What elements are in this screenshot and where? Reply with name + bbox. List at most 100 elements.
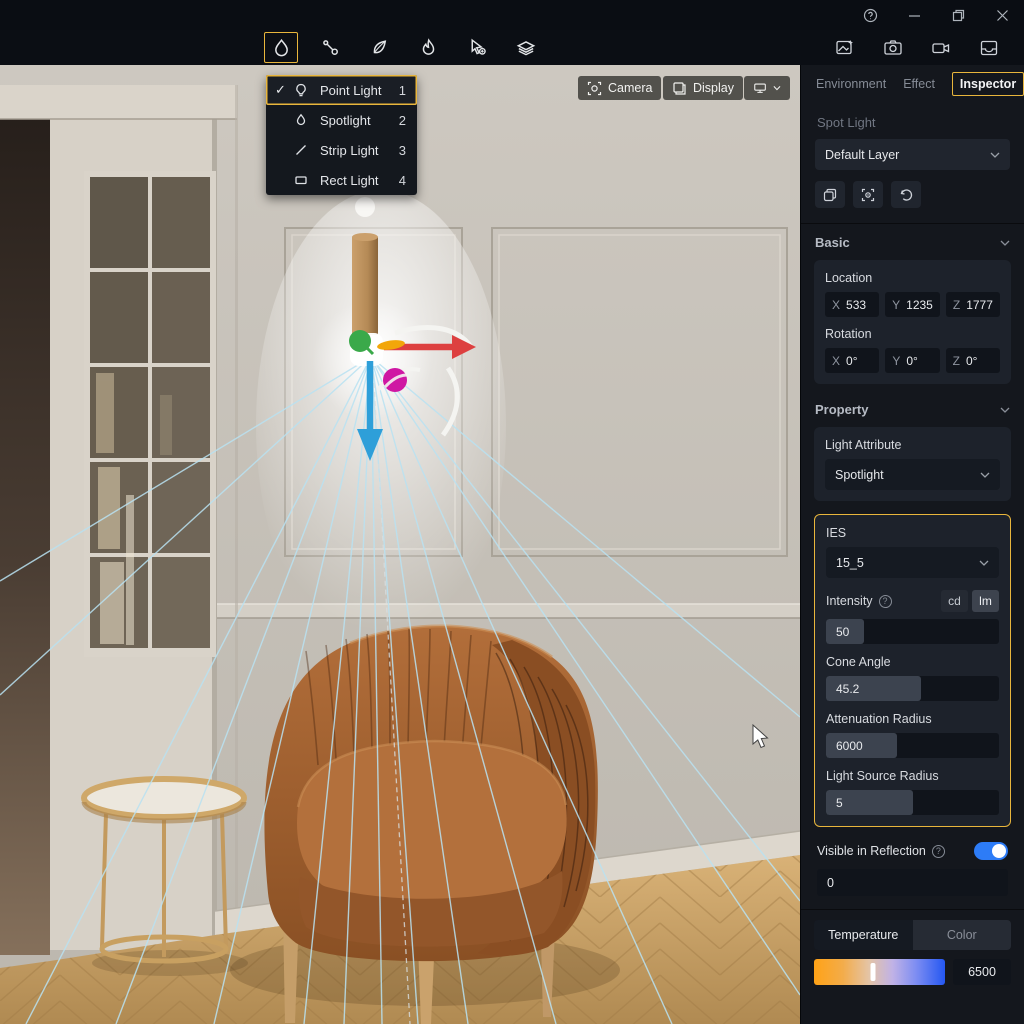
intensity-row: Intensity ? cd lm: [826, 590, 999, 612]
light-source-radius-value: 5: [836, 790, 843, 815]
temperature-row: 6500: [814, 959, 1011, 985]
temperature-value[interactable]: 6500: [953, 959, 1011, 985]
rotation-fields: X 0° Y 0° Z 0°: [825, 348, 1000, 373]
color-tab[interactable]: Color: [913, 920, 1012, 950]
close-button[interactable]: [980, 0, 1024, 30]
unit-lm-button[interactable]: lm: [972, 590, 999, 612]
menu-item-spotlight[interactable]: Spotlight 2: [266, 105, 417, 135]
camera-button-label: Camera: [608, 81, 652, 95]
tab-inspector[interactable]: Inspector: [952, 72, 1024, 96]
menu-item-point-light[interactable]: ✓ Point Light 1: [266, 75, 417, 105]
strip-light-icon: [294, 143, 312, 157]
reset-button[interactable]: [891, 181, 921, 208]
duplicate-button[interactable]: [815, 181, 845, 208]
cone-angle-slider[interactable]: 45.2: [826, 676, 999, 701]
attenuation-radius-value: 6000: [836, 733, 863, 758]
select-add-tool-button[interactable]: [460, 32, 494, 63]
location-x-field[interactable]: X 533: [825, 292, 879, 317]
import-button[interactable]: [976, 35, 1002, 61]
basic-section-title: Basic: [815, 235, 850, 250]
quick-actions: [815, 181, 1010, 208]
display-mode-button[interactable]: Display: [663, 76, 743, 100]
video-button[interactable]: [928, 35, 954, 61]
link-tool-button[interactable]: [313, 32, 347, 63]
viewport-3d[interactable]: ✓ Point Light 1: [0, 65, 800, 1024]
rotation-y-field[interactable]: Y 0°: [885, 348, 939, 373]
location-y-field[interactable]: Y 1235: [885, 292, 940, 317]
material-tool-button[interactable]: [509, 32, 543, 63]
photo-button[interactable]: [880, 35, 906, 61]
menu-item-label: Point Light: [320, 83, 399, 98]
rotation-z-field[interactable]: Z 0°: [946, 348, 1000, 373]
video-camera-icon: [930, 37, 952, 59]
foliage-tool-button[interactable]: [362, 32, 396, 63]
chevron-down-icon: [1000, 407, 1010, 413]
light-attribute-select[interactable]: Spotlight: [825, 459, 1000, 490]
basic-section-header[interactable]: Basic: [815, 235, 1010, 250]
intensity-slider[interactable]: 50: [826, 619, 999, 644]
temperature-slider-handle[interactable]: [870, 963, 875, 981]
location-z-field[interactable]: Z 1777: [946, 292, 1000, 317]
tab-environment[interactable]: Environment: [816, 77, 886, 91]
title-bar: [0, 0, 1024, 30]
chevron-down-icon: [990, 152, 1000, 158]
menu-item-shortcut: 1: [399, 83, 406, 98]
reflection-value-input[interactable]: 0: [817, 869, 1008, 896]
reset-undo-icon: [899, 188, 913, 202]
light-type-menu: ✓ Point Light 1: [266, 75, 417, 195]
help-icon[interactable]: [848, 0, 892, 30]
section-divider: [801, 909, 1024, 910]
reflection-info-icon[interactable]: ?: [932, 845, 945, 858]
tab-effect[interactable]: Effect: [903, 77, 935, 91]
ies-card: IES 15_5 Intensity ? cd lm 50: [814, 514, 1011, 827]
cone-angle-value: 45.2: [836, 676, 859, 701]
temperature-tab[interactable]: Temperature: [814, 920, 913, 950]
basic-card: Location X 533 Y 1235 Z 1777 Rotatio: [814, 260, 1011, 384]
bulb-icon: [294, 83, 312, 98]
intensity-label: Intensity: [826, 594, 873, 608]
attenuation-radius-label: Attenuation Radius: [826, 712, 999, 726]
focus-button[interactable]: [853, 181, 883, 208]
viewport-scene: [0, 65, 800, 1024]
screen-sync-button[interactable]: [744, 76, 790, 100]
rotation-label: Rotation: [825, 327, 1000, 341]
layer-select[interactable]: Default Layer: [815, 139, 1010, 170]
flame-tool-button[interactable]: [411, 32, 445, 63]
visible-in-reflection-toggle[interactable]: [974, 842, 1008, 860]
render-image-button[interactable]: [832, 35, 858, 61]
check-icon: ✓: [275, 82, 294, 98]
selected-object-type: Spot Light: [817, 115, 1008, 130]
light-source-radius-slider[interactable]: 5: [826, 790, 999, 815]
intensity-info-icon[interactable]: ?: [879, 595, 892, 608]
unit-cd-button[interactable]: cd: [941, 590, 968, 612]
camera-view-button[interactable]: Camera: [578, 76, 661, 100]
focus-target-icon: [861, 188, 875, 202]
property-section-header[interactable]: Property: [815, 402, 1010, 417]
location-label: Location: [825, 271, 1000, 285]
layers-icon: [515, 37, 537, 59]
menu-item-shortcut: 2: [399, 113, 406, 128]
rotation-x-field[interactable]: X 0°: [825, 348, 879, 373]
cone-angle-label: Cone Angle: [826, 655, 999, 669]
menu-item-shortcut: 4: [399, 173, 406, 188]
flame-icon: [418, 37, 439, 58]
temperature-slider[interactable]: [814, 959, 945, 985]
chevron-down-icon: [980, 472, 990, 478]
menu-item-rect-light[interactable]: Rect Light 4: [266, 165, 417, 195]
attenuation-radius-slider[interactable]: 6000: [826, 733, 999, 758]
panel-tabs: Environment Effect Inspector: [801, 65, 1024, 103]
menu-item-strip-light[interactable]: Strip Light 3: [266, 135, 417, 165]
link-icon: [320, 37, 341, 58]
ies-label: IES: [826, 526, 999, 540]
toolbar-right-icons: [832, 30, 1002, 65]
ies-select[interactable]: 15_5: [826, 547, 999, 578]
chevron-down-icon: [979, 560, 989, 566]
leaf-icon: [369, 37, 390, 58]
inspector-panel: Environment Effect Inspector Spot Light …: [800, 65, 1024, 1024]
restore-button[interactable]: [936, 0, 980, 30]
render-image-icon: [834, 37, 856, 59]
minimize-button[interactable]: [892, 0, 936, 30]
point-light-icon: [271, 37, 292, 58]
light-tool-button[interactable]: [264, 32, 298, 63]
chevron-down-icon: [773, 85, 781, 91]
